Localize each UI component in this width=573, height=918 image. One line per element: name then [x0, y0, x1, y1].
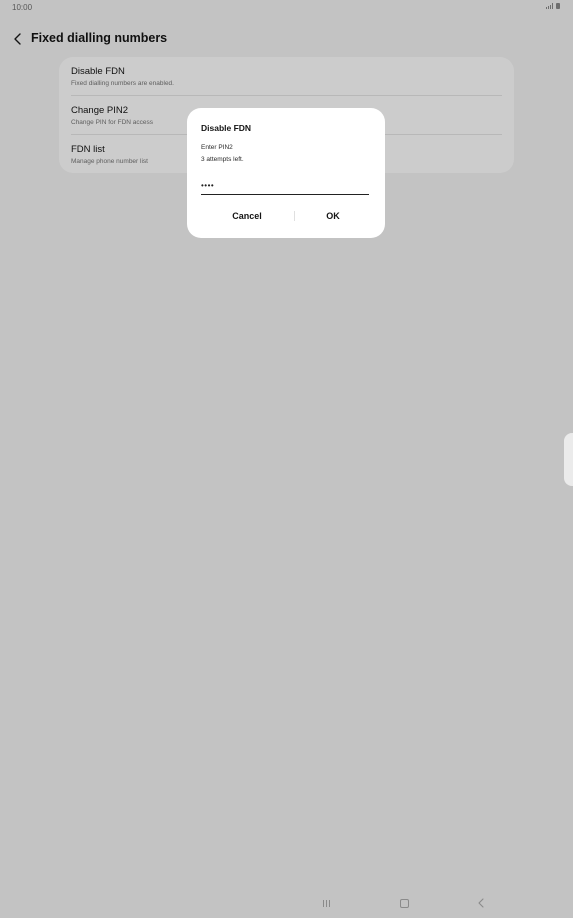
back-icon[interactable]	[477, 898, 485, 908]
cancel-button[interactable]: Cancel	[207, 207, 287, 225]
settings-screen: 10:00 Fixed dialling numbers Disable FDN…	[0, 0, 573, 918]
disable-fdn-dialog: Disable FDN Enter PIN2 3 attempts left. …	[187, 108, 385, 238]
navigation-bar	[0, 898, 573, 912]
pin2-input[interactable]	[201, 176, 369, 195]
dialog-message: Enter PIN2	[201, 144, 233, 151]
attempts-left-text: 3 attempts left.	[201, 156, 244, 163]
ok-button[interactable]: OK	[293, 207, 373, 225]
edge-panel-handle[interactable]	[564, 433, 573, 486]
dialog-title: Disable FDN	[201, 123, 252, 133]
recents-icon[interactable]	[323, 900, 330, 907]
home-icon[interactable]	[400, 899, 409, 908]
